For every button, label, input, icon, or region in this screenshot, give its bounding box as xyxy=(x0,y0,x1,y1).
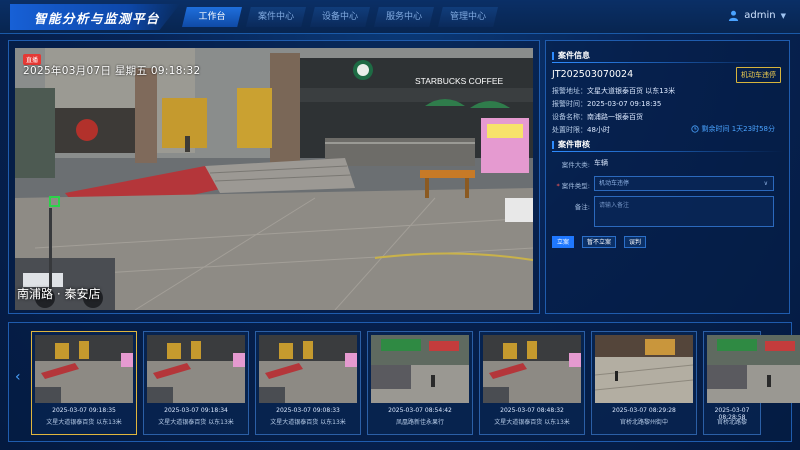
chevron-left-icon[interactable]: ‹ xyxy=(15,369,21,385)
case-info-header: 案件信息 xyxy=(552,50,590,61)
snapshot-location: 文星大道银泰百货 以东13米 xyxy=(158,419,234,426)
alarm-time-value: 2025-03-07 09:18:35 xyxy=(587,100,662,108)
snapshot-image xyxy=(707,335,800,403)
category-value: 车辆 xyxy=(594,158,608,168)
device-name-value: 南浦路一银泰百货 xyxy=(587,113,643,121)
remark-label: 备注: xyxy=(574,203,590,211)
snapshot-image xyxy=(371,335,469,403)
section-title: 案件审核 xyxy=(558,140,590,149)
snapshot-time: 2025-03-07 09:08:33 xyxy=(276,407,340,414)
live-video-feed[interactable]: STARBUCKS COFFEE 直播 2025年03月07日 星期五 09:1… xyxy=(15,48,533,310)
section-title: 案件信息 xyxy=(558,51,590,60)
misjudge-button[interactable]: 误判 xyxy=(624,236,646,248)
alarm-address-value: 文星大道银泰百货 以东13米 xyxy=(587,87,676,95)
case-type-label: * 案件类型: xyxy=(550,180,590,190)
snapshot-image xyxy=(483,335,581,403)
snapshot-location: 官桥北路黎州街中 xyxy=(619,419,668,426)
alarm-address-row: 报警地址：文星大道银泰百货 以东13米 xyxy=(552,86,675,96)
device-name-row: 设备名称：南浦路一银泰百货 xyxy=(552,112,643,122)
store-sign: STARBUCKS COFFEE xyxy=(415,76,503,86)
snapshot-time: 2025-03-07 09:18:34 xyxy=(164,407,228,414)
snapshot-image xyxy=(259,335,357,403)
video-timestamp: 2025年03月07日 星期五 09:18:32 xyxy=(23,65,201,77)
divider xyxy=(552,62,783,63)
deadline-row: 处置时限：48小时 xyxy=(552,125,610,135)
snapshot-location: 文星大道银泰百货 以东13米 xyxy=(494,419,570,426)
remaining-time-text: 剩余时间 1天23时58分 xyxy=(701,125,776,133)
snapshot-image xyxy=(595,335,693,403)
snapshot-location: 文星大道银泰百货 以东13米 xyxy=(270,419,346,426)
video-location-overlay: 南浦路 · 秦安店 xyxy=(17,287,101,301)
snapshot-location: 凤凰路新佳永果行 xyxy=(395,419,444,426)
alarm-address-label: 报警地址： xyxy=(552,87,587,95)
user-menu[interactable]: admin ▼ xyxy=(728,10,786,21)
video-scene: STARBUCKS COFFEE xyxy=(15,48,533,310)
case-type-label-text: 案件类型: xyxy=(561,182,590,190)
deadline-value: 48小时 xyxy=(587,126,610,134)
divider xyxy=(552,151,783,152)
snapshot-time: 2025-03-07 08:48:32 xyxy=(500,407,564,414)
snapshot-thumbnail[interactable]: 2025-03-07 09:08:33 文星大道银泰百货 以东13米 xyxy=(255,331,361,435)
app-title: 智能分析与监测平台 xyxy=(34,11,161,26)
detection-box xyxy=(49,196,60,207)
case-type-badge: 机动车违停 xyxy=(736,67,781,83)
snapshot-location: 文星大道银泰百货 以东13米 xyxy=(46,419,122,426)
alarm-time-label: 报警时间： xyxy=(552,100,587,108)
video-panel: STARBUCKS COFFEE 直播 2025年03月07日 星期五 09:1… xyxy=(8,40,540,314)
clock-icon xyxy=(690,125,699,133)
device-name-label: 设备名称： xyxy=(552,113,587,121)
main-nav: 工作台 案件中心 设备中心 服务中心 管理中心 xyxy=(182,7,498,27)
snapshot-thumbnail[interactable]: 2025-03-07 09:18:34 文星大道银泰百货 以东13米 xyxy=(143,331,249,435)
case-type-select-value: 机动车违停 xyxy=(599,180,630,187)
chevron-down-icon: ▼ xyxy=(780,11,786,20)
snapshot-image xyxy=(147,335,245,403)
snapshot-thumbnail[interactable]: 2025-03-07 08:48:32 文星大道银泰百货 以东13米 xyxy=(479,331,585,435)
section-marker xyxy=(552,140,554,149)
snapshot-strip: ‹ › 2025-03-07 09:18:35文星大道银泰百货 以东13米202… xyxy=(8,322,800,442)
chevron-down-icon: ∨ xyxy=(763,180,768,187)
case-review-header: 案件审核 xyxy=(552,139,590,150)
tab-case-center[interactable]: 案件中心 xyxy=(246,7,306,27)
defer-button[interactable]: 暂不立案 xyxy=(582,236,616,248)
snapshot-thumbnail[interactable]: 2025-03-07 08:28:58 官桥北路黎 xyxy=(703,331,800,435)
snapshot-image xyxy=(35,335,133,403)
snapshot-location: 官桥北路黎 xyxy=(716,419,747,426)
snapshot-thumbnail[interactable]: 2025-03-07 08:54:42 凤凰路新佳永果行 xyxy=(367,331,473,435)
remaining-time: 剩余时间 1天23时58分 xyxy=(690,124,776,134)
snapshot-time: 2025-03-07 08:29:28 xyxy=(612,407,676,414)
snapshot-thumbnail[interactable]: 2025-03-07 08:29:28 官桥北路黎州街中 xyxy=(591,331,697,435)
alarm-time-row: 报警时间：2025-03-07 09:18:35 xyxy=(552,99,661,109)
tab-workbench[interactable]: 工作台 xyxy=(182,7,242,27)
case-number: JT202503070024 xyxy=(552,69,634,80)
tab-management-center[interactable]: 管理中心 xyxy=(438,7,498,27)
category-text: 车辆 xyxy=(594,159,608,167)
username: admin xyxy=(744,10,776,21)
section-marker xyxy=(552,51,554,60)
case-type-select[interactable]: 机动车违停 ∨ xyxy=(594,176,774,191)
remark-input[interactable]: 请输入备注 xyxy=(594,196,774,227)
deadline-label: 处置时限： xyxy=(552,126,587,134)
top-bar: 智能分析与监测平台 工作台 案件中心 设备中心 服务中心 管理中心 admin … xyxy=(0,0,800,34)
approve-button[interactable]: 立案 xyxy=(552,236,574,248)
tab-device-center[interactable]: 设备中心 xyxy=(310,7,370,27)
snapshot-time: 2025-03-07 09:18:35 xyxy=(52,407,116,414)
category-label: 案件大类: xyxy=(561,161,590,169)
snapshot-thumbnail[interactable]: 2025-03-07 09:18:35 文星大道银泰百货 以东13米 xyxy=(31,331,137,435)
case-info-panel: 案件信息 JT202503070024 机动车违停 报警地址：文星大道银泰百货 … xyxy=(545,40,790,314)
snapshot-time: 2025-03-07 08:54:42 xyxy=(388,407,452,414)
user-icon xyxy=(729,10,739,21)
tab-service-center[interactable]: 服务中心 xyxy=(374,7,434,27)
